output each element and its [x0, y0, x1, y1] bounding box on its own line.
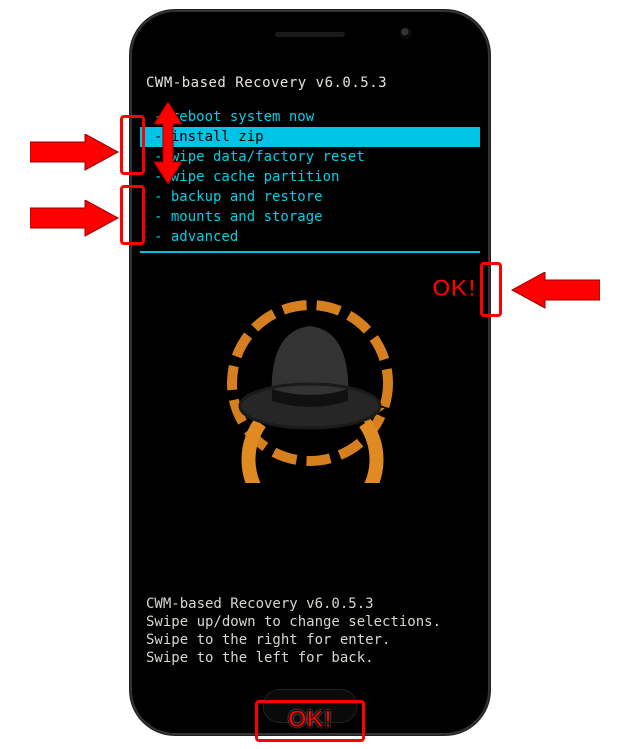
menu-item-install-zip[interactable]: install zip [140, 127, 480, 147]
volume-up-button-highlight [120, 115, 145, 175]
menu-item-wipe-data[interactable]: wipe data/factory reset [140, 147, 480, 167]
red-double-arrow-icon [148, 102, 188, 184]
red-arrow-right-icon [30, 134, 120, 174]
footer-line-2: Swipe up/down to change selections. [146, 613, 441, 631]
red-arrow-right-icon [30, 200, 120, 240]
clockworkmod-hat-icon [140, 283, 480, 487]
ok-label-power: OK! [432, 275, 476, 303]
menu-divider [140, 251, 480, 253]
footer-line-3: Swipe to the right for enter. [146, 631, 441, 649]
menu-item-mounts[interactable]: mounts and storage [140, 207, 480, 227]
menu-item-reboot[interactable]: reboot system now [140, 107, 480, 127]
menu-item-wipe-cache[interactable]: wipe cache partition [140, 167, 480, 187]
red-arrow-left-icon [510, 272, 600, 312]
recovery-footer: CWM-based Recovery v6.0.5.3 Swipe up/dow… [146, 595, 441, 667]
phone-screen: CWM-based Recovery v6.0.5.3 reboot syste… [140, 65, 480, 675]
recovery-title: CWM-based Recovery v6.0.5.3 [140, 75, 480, 91]
recovery-menu: reboot system now install zip wipe data/… [140, 107, 480, 247]
front-camera [400, 27, 412, 39]
volume-down-button-highlight [120, 185, 145, 245]
menu-item-backup[interactable]: backup and restore [140, 187, 480, 207]
menu-item-advanced[interactable]: advanced [140, 227, 480, 247]
footer-line-4: Swipe to the left for back. [146, 649, 441, 667]
ok-label-home: OK! [288, 706, 332, 734]
footer-line-1: CWM-based Recovery v6.0.5.3 [146, 595, 441, 613]
power-button-highlight [480, 262, 502, 317]
